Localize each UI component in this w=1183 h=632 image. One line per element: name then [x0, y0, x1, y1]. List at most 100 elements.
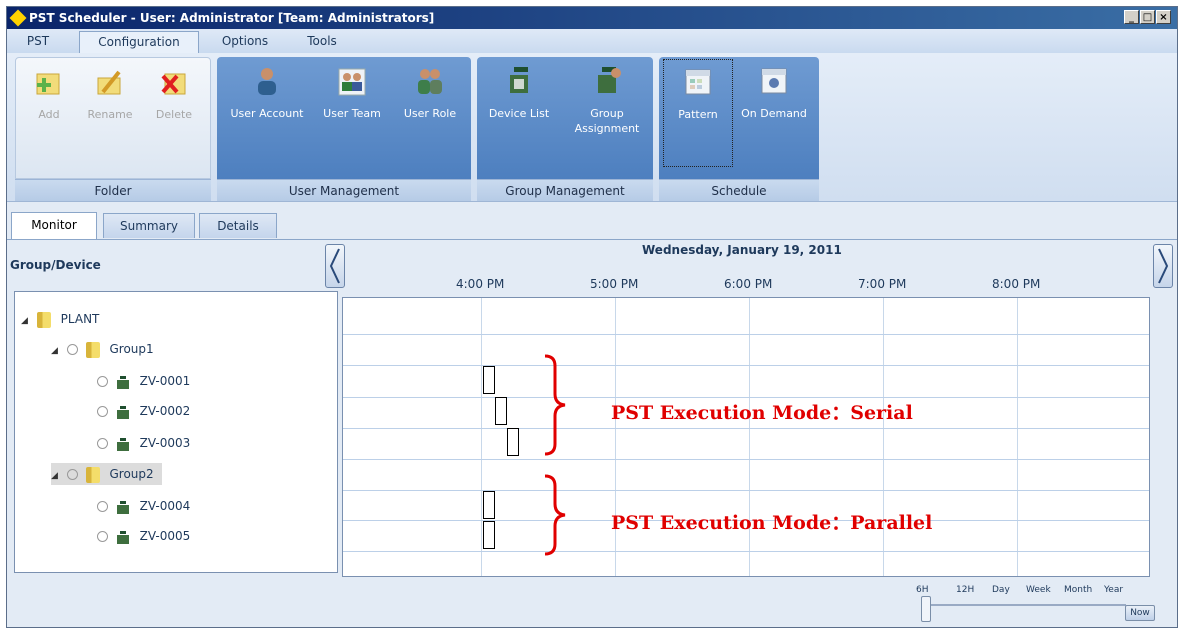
schedule-grid[interactable] — [342, 297, 1150, 577]
tree-node-label: ZV-0002 — [139, 404, 191, 418]
tree-node-device[interactable]: ZV-0003 — [97, 432, 190, 454]
calendar-pattern-icon — [683, 66, 713, 98]
user-team-icon — [337, 65, 367, 97]
zoom-level-month[interactable]: Month — [1064, 585, 1092, 595]
menu-tab-configuration[interactable]: Configuration — [79, 31, 199, 53]
grid-row-line — [343, 428, 1149, 429]
group-assignment-icon — [592, 65, 622, 97]
tree-node-device[interactable]: ZV-0004 — [97, 495, 190, 517]
tree-node-label: Group2 — [109, 467, 154, 481]
schedule-bar-zv-0005[interactable] — [483, 521, 495, 549]
menu-tab-tools[interactable]: Tools — [297, 31, 347, 53]
device-radio[interactable] — [97, 438, 108, 449]
tree-node-device[interactable]: ZV-0002 — [97, 400, 190, 422]
tree-node-label: Group1 — [109, 342, 154, 356]
zoom-level-year[interactable]: Year — [1104, 585, 1123, 595]
ribbon-group-folder-label: Folder — [15, 179, 211, 201]
serial-mode-annotation: PST Execution Mode：Serial — [611, 402, 913, 424]
tree-node-device[interactable]: ZV-0005 — [97, 525, 190, 547]
valve-icon — [116, 530, 130, 544]
add-folder-icon — [34, 66, 64, 98]
schedule-bar-zv-0001[interactable] — [483, 366, 495, 394]
pattern-button[interactable]: Pattern — [663, 59, 733, 167]
ribbon-group-user-management: User Account User Team User Role — [217, 57, 471, 179]
pattern-label: Pattern — [678, 108, 718, 121]
schedule-bar-zv-0004[interactable] — [483, 491, 495, 519]
menu-bar: PST Configuration Options Tools — [7, 29, 1177, 53]
tree-node-group1[interactable]: ◢ Group1 — [51, 338, 154, 360]
zoom-slider-thumb[interactable] — [921, 596, 931, 622]
group2-radio[interactable] — [66, 469, 78, 480]
user-role-label: User Role — [403, 107, 457, 120]
group1-radio[interactable] — [66, 344, 78, 355]
add-button[interactable]: Add — [24, 66, 74, 122]
ribbon-group-group-management: Device List Group Assignment — [477, 57, 653, 179]
delete-button[interactable]: Delete — [146, 66, 202, 122]
ribbon-group-user-management-label: User Management — [217, 179, 471, 201]
schedule-bar-zv-0002[interactable] — [495, 397, 507, 425]
tree-node-label: ZV-0005 — [139, 529, 191, 543]
grid-row-line — [343, 365, 1149, 366]
tree-node-label: ZV-0001 — [139, 374, 191, 388]
ribbon: Add Rename Delete Folder User Account Us… — [7, 53, 1177, 202]
tree-node-label: PLANT — [60, 312, 100, 326]
parallel-brace — [544, 474, 566, 556]
maximize-button[interactable]: □ — [1140, 10, 1155, 24]
rename-button[interactable]: Rename — [82, 66, 138, 122]
valve-icon — [116, 437, 130, 451]
device-tree: ◢ PLANT ◢ Group1 ZV-0001 ZV-0002 ZV-0003… — [14, 291, 338, 573]
schedule-bar-zv-0003[interactable] — [507, 428, 519, 456]
previous-period-button[interactable] — [325, 244, 345, 288]
user-account-label: User Account — [230, 107, 304, 120]
ribbon-group-schedule: Pattern On Demand — [659, 57, 819, 179]
minimize-button[interactable]: _ — [1124, 10, 1139, 24]
close-button[interactable]: × — [1156, 10, 1171, 24]
zoom-level-12h[interactable]: 12H — [956, 585, 974, 595]
user-role-button[interactable]: User Role — [393, 65, 467, 121]
window-title: PST Scheduler - User: Administrator [Tea… — [29, 11, 435, 25]
ribbon-group-schedule-label: Schedule — [659, 179, 819, 201]
tab-details[interactable]: Details — [199, 213, 277, 238]
tree-node-group2[interactable]: ◢ Group2 — [51, 463, 162, 485]
on-demand-button[interactable]: On Demand — [737, 65, 811, 121]
zoom-slider-track[interactable] — [926, 604, 1126, 606]
calendar-on-demand-icon — [759, 65, 789, 97]
device-list-button[interactable]: Device List — [483, 65, 555, 121]
device-radio[interactable] — [97, 501, 108, 512]
grid-row-line — [343, 334, 1149, 335]
tab-monitor[interactable]: Monitor — [11, 212, 97, 239]
tree-node-plant[interactable]: ◢ PLANT — [21, 308, 99, 330]
grid-column-line — [481, 298, 482, 576]
device-radio[interactable] — [97, 531, 108, 542]
menu-tab-pst[interactable]: PST — [13, 31, 63, 53]
tree-node-device[interactable]: ZV-0001 — [97, 370, 190, 392]
group-assignment-label: Group Assignment — [574, 107, 640, 135]
menu-tab-options[interactable]: Options — [215, 31, 275, 53]
view-tab-strip: Monitor Summary Details — [7, 212, 1177, 240]
hour-label: 7:00 PM — [858, 277, 907, 291]
valve-icon — [116, 405, 130, 419]
tab-summary[interactable]: Summary — [103, 213, 195, 238]
hour-label: 4:00 PM — [456, 277, 505, 291]
user-team-button[interactable]: User Team — [313, 65, 391, 121]
zoom-level-day[interactable]: Day — [992, 585, 1010, 595]
group-assignment-button[interactable]: Group Assignment — [567, 65, 647, 136]
device-radio[interactable] — [97, 406, 108, 417]
ribbon-group-group-management-label: Group Management — [477, 179, 653, 201]
zoom-level-6h[interactable]: 6H — [916, 585, 929, 595]
expand-icon[interactable]: ◢ — [21, 310, 33, 332]
expand-icon[interactable]: ◢ — [51, 340, 63, 362]
tree-node-label: ZV-0004 — [139, 499, 191, 513]
folder-icon — [36, 311, 51, 328]
user-role-icon — [415, 65, 445, 97]
user-account-button[interactable]: User Account — [223, 65, 311, 121]
device-list-icon — [504, 65, 534, 97]
device-radio[interactable] — [97, 376, 108, 387]
expand-icon[interactable]: ◢ — [51, 465, 63, 487]
next-period-button[interactable] — [1153, 244, 1173, 288]
now-button[interactable]: Now — [1125, 605, 1155, 621]
grid-row-line — [343, 459, 1149, 460]
hour-label: 6:00 PM — [724, 277, 773, 291]
serial-brace — [544, 354, 566, 456]
zoom-level-week[interactable]: Week — [1026, 585, 1051, 595]
